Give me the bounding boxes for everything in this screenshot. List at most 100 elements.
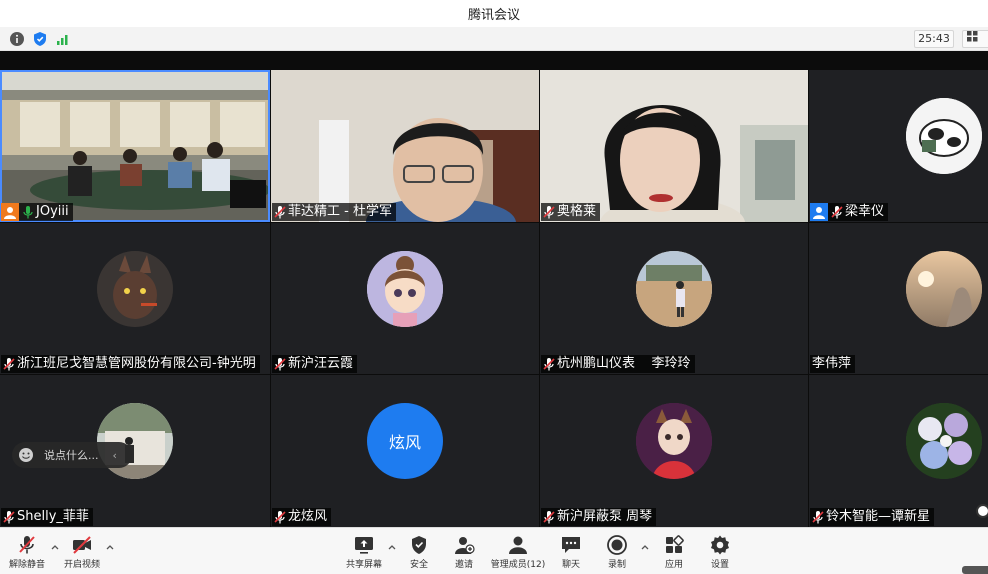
participant-name-tag: 菲达精工 - 杜学军 [272,203,396,221]
participant-name: 李伟萍 [812,356,852,371]
share-screen-button[interactable]: 共享屏幕 [334,534,394,570]
unmute-button[interactable]: 解除静音 [0,534,57,570]
record-label: 录制 [607,560,626,570]
participant-name-tag: JOyiii [1,203,73,221]
avatar [636,403,712,479]
participant-name: Shelly_菲菲 [17,509,89,524]
participant-name-tag: 李伟萍 [810,355,856,373]
toolbar-edge-handle [962,566,988,574]
settings-button[interactable]: 设置 [690,534,750,570]
mic-muted-icon [19,536,35,554]
participant-tile-8[interactable]: 李伟萍 [809,223,988,374]
avatar [97,251,173,327]
invite-label: 邀请 [454,560,473,570]
signal-icon[interactable] [55,31,71,47]
participant-name-tag: 新沪汪云霞 [272,355,358,373]
chat-label: 聊天 [561,560,580,570]
participant-tile-11[interactable]: 新沪屏蔽泵 周琴 [540,375,808,527]
participant-name-tag: 新沪屏蔽泵 周琴 [541,508,657,526]
video-grid: JOyiii 菲达精工 - 杜学军 奥格莱 梁幸仪 浙江班尼戈智慧管网股份有限公… [0,51,988,527]
chevron-up-icon[interactable] [105,542,115,552]
record-button[interactable]: 录制 [587,534,647,570]
avatar [906,403,982,479]
user-icon [1,203,19,221]
add-user-icon [455,537,475,554]
grid-icon [967,31,978,42]
participant-name: 浙江班尼戈智慧管网股份有限公司-钟光明 [17,356,256,371]
participant-tile-4[interactable]: 梁幸仪 [809,70,988,222]
participant-tile-6[interactable]: 新沪汪云霞 [271,223,539,374]
participant-tile-3[interactable]: 奥格莱 [540,70,808,222]
mic-muted-icon [3,358,15,371]
mic-muted-icon [274,206,286,219]
camera-off-icon [73,536,91,554]
info-icon[interactable] [9,31,25,47]
participant-tile-1[interactable]: JOyiii [0,70,270,222]
mic-muted-icon [543,206,555,219]
apps-grid-icon [666,535,684,553]
mic-muted-icon [274,358,286,371]
participant-name-tag: 梁幸仪 [810,203,889,221]
participant-name-tag: 浙江班尼戈智慧管网股份有限公司-钟光明 [1,355,260,373]
chat-placeholder: 说点什么... [44,449,99,462]
participant-name-tag: Shelly_菲菲 [1,508,93,526]
mic-on-icon [23,206,33,219]
avatar [636,251,712,327]
shield-icon [412,536,426,554]
video-feed [0,70,270,222]
floating-indicator [976,504,988,518]
mic-muted-icon [812,511,824,524]
participant-name: JOyiii [36,204,69,219]
share-screen-icon [355,537,373,554]
meeting-toolbar: 解除静音 开启视频 共享屏幕 安全 邀请 管理成员(12) 聊天 录制 应用 设… [0,527,988,574]
participant-name: 杭州鹏山仪表 李玲玲 [557,356,691,371]
participant-name: 铃木智能—谭新星 [826,509,931,524]
emoji-icon[interactable] [18,447,34,463]
avatar [906,251,982,327]
avatar [906,98,982,174]
participant-name: 梁幸仪 [845,204,885,219]
invite-button[interactable]: 邀请 [434,534,494,570]
unmute-label: 解除静音 [8,560,45,570]
settings-label: 设置 [710,560,729,570]
participant-name-tag: 杭州鹏山仪表 李玲玲 [541,355,695,373]
meeting-timer: 25:43 [914,30,954,48]
start-video-button[interactable]: 开启视频 [52,534,112,570]
manage-members-label: 管理成员(12) [490,560,546,570]
participant-tile-10[interactable]: 炫风 龙炫风 [271,375,539,527]
user-icon [810,203,828,221]
security-label: 安全 [409,560,428,570]
apps-label: 应用 [664,560,683,570]
chat-icon [562,537,580,553]
participant-tile-2[interactable]: 菲达精工 - 杜学军 [271,70,539,222]
share-screen-label: 共享屏幕 [345,560,382,570]
record-icon [607,535,627,555]
avatar [367,251,443,327]
view-layout-button[interactable]: 宫 [962,30,988,48]
participant-name-tag: 龙炫风 [272,508,332,526]
participant-name-tag: 奥格莱 [541,203,601,221]
chat-input-pill[interactable]: 说点什么... ‹ [12,442,132,468]
mic-muted-icon [831,206,843,219]
chevron-left-icon[interactable]: ‹ [113,449,117,462]
participant-name: 新沪屏蔽泵 周琴 [557,509,653,524]
participant-name-tag: 铃木智能—谭新星 [810,508,935,526]
avatar-initials: 炫风 [388,433,421,452]
video-feed [271,70,539,222]
participant-name: 奥格莱 [557,204,597,219]
mic-muted-icon [543,511,555,524]
participant-tile-7[interactable]: 杭州鹏山仪表 李玲玲 [540,223,808,374]
avatar: 炫风 [367,403,443,479]
mic-muted-icon [3,511,15,524]
shield-icon[interactable] [32,31,48,47]
participant-tile-5[interactable]: 浙江班尼戈智慧管网股份有限公司-钟光明 [0,223,270,374]
window-title: 腾讯会议 [467,8,520,23]
members-icon [509,536,527,554]
start-video-label: 开启视频 [63,560,100,570]
meeting-info-bar: 25:43 宫 [0,27,988,51]
mic-muted-icon [274,511,286,524]
gear-icon [711,535,729,555]
participant-tile-12[interactable]: 铃木智能—谭新星 [809,375,988,527]
participant-name: 菲达精工 - 杜学军 [288,204,392,219]
participant-name: 新沪汪云霞 [288,356,354,371]
